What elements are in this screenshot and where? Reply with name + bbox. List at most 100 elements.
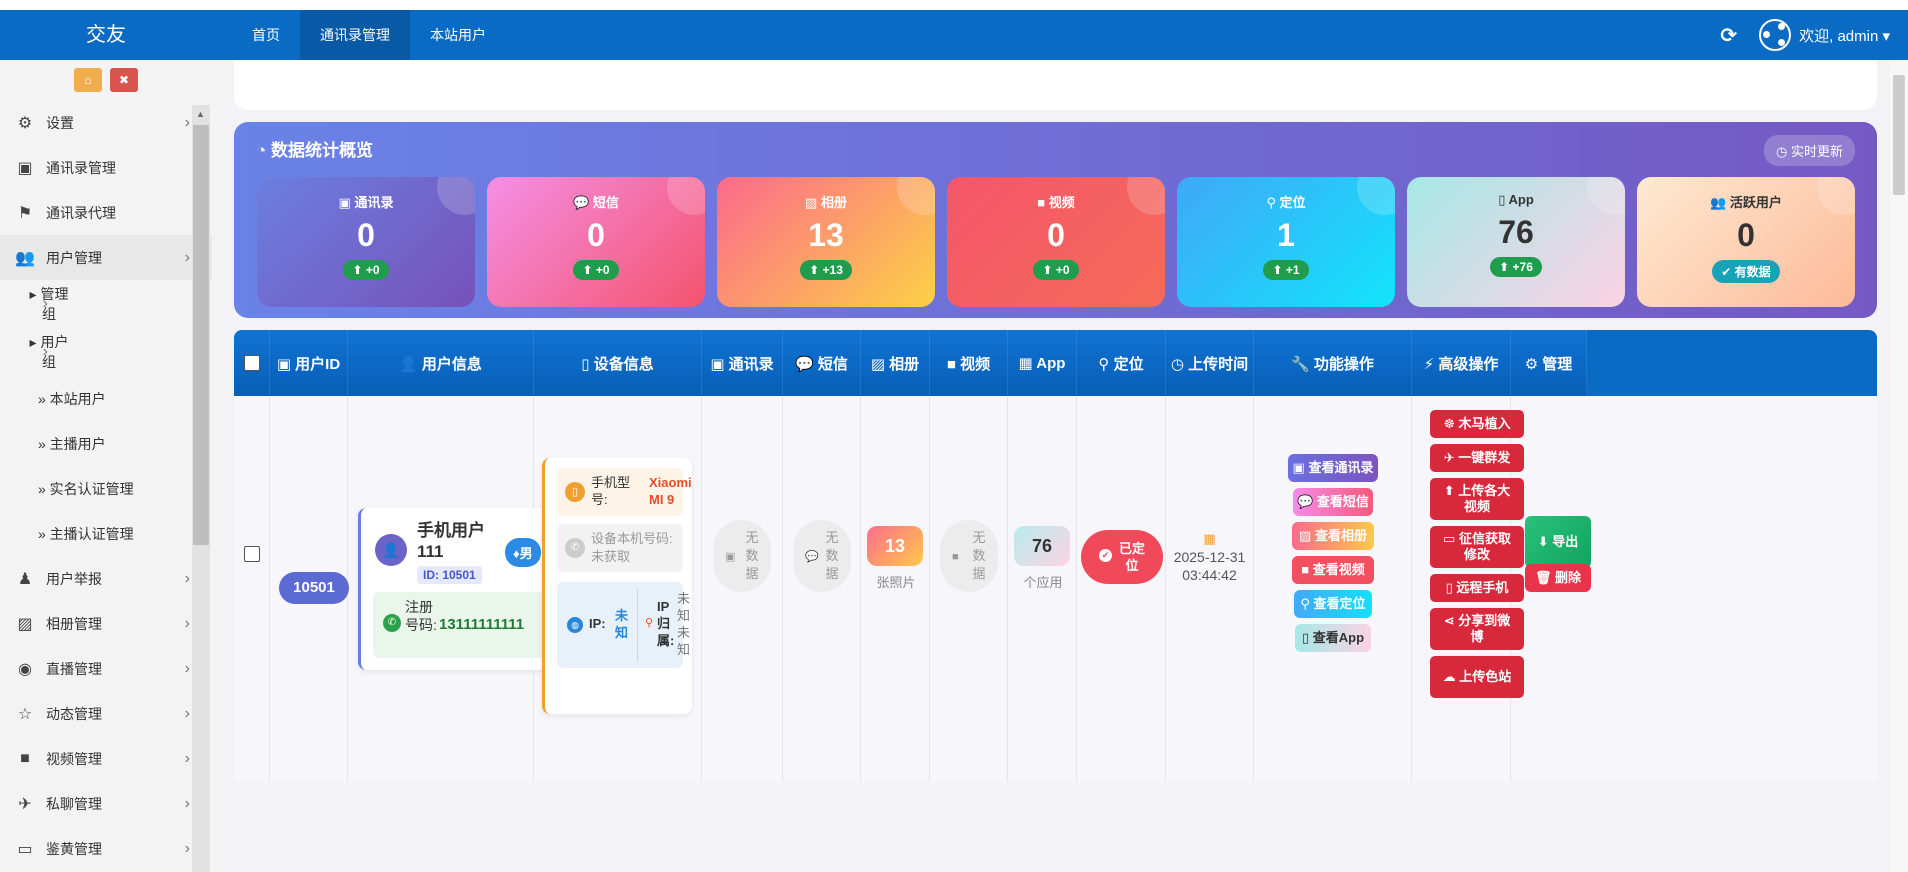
location-badge: ✔ 已定位 xyxy=(1081,530,1163,584)
stat-card-2: ▨ 相册 13 ⬆ +13 xyxy=(717,177,935,307)
column-header-7[interactable]: ▦ App xyxy=(1008,330,1077,396)
sidebar-item-3[interactable]: 👥 用户管理 › xyxy=(0,235,212,280)
refresh-icon[interactable]: ⟳ xyxy=(1720,23,1737,48)
upload-date: 2025-12-31 xyxy=(1173,549,1246,565)
stat-change: ✔ 有数据 xyxy=(1712,260,1780,283)
stat-change: ⬆ +13 xyxy=(800,260,852,280)
table-row: 10501 👤 手机用户111 ID: 10501 ♦男 ✆ 注册号码: 131… xyxy=(234,396,1877,782)
table-header: ▣ 用户ID 👤 用户信息 ▯ 设备信息 ▣ 通讯录 💬 短信 ▨ 相册 ■ 视频 ▦ App… xyxy=(234,330,1877,396)
sidebar-item-11[interactable]: ▨ 相册管理 › xyxy=(0,601,212,646)
function-button-3[interactable]: ■ 查看视频 xyxy=(1292,556,1374,584)
stat-card-1: 💬 短信 0 ⬆ +0 xyxy=(487,177,705,307)
sidebar-menu: ⚙ 设置 › ▣ 通讯录管理 ⚑ 通讯录代理 👥 用户管理 › ▸ 管理组 › ▸ 用户组 ›» 本站用户… xyxy=(0,100,212,871)
sidebar-item-14[interactable]: ■ 视频管理 › xyxy=(0,736,212,781)
advanced-button-4[interactable]: ▯ 远程手机 xyxy=(1430,574,1524,602)
page-scrollbar[interactable] xyxy=(1890,60,1908,872)
column-header-5[interactable]: ▨ 相册 xyxy=(861,330,930,396)
sidebar-item-7[interactable]: » 主播用户 xyxy=(0,421,212,466)
sidebar-item-5[interactable]: ▸ 用户组 › xyxy=(0,328,70,376)
region-label: IP归属: xyxy=(657,599,675,648)
trash-icon[interactable]: ✖ xyxy=(110,68,138,92)
column-header-1[interactable]: 👤 用户信息 xyxy=(348,330,534,396)
home-icon[interactable]: ⌂ xyxy=(74,68,102,92)
stat-value: 13 xyxy=(808,217,844,253)
stat-value: 0 xyxy=(1737,217,1755,253)
chevron-right-icon: › xyxy=(184,614,190,632)
sidebar-item-13[interactable]: ☆ 动态管理 › xyxy=(0,691,212,736)
app-logo[interactable]: 交友 xyxy=(0,10,212,60)
advanced-button-1[interactable]: ✈ 一键群发 xyxy=(1430,444,1524,472)
stat-value: 0 xyxy=(587,217,605,253)
sidebar-item-12[interactable]: ◉ 直播管理 › xyxy=(0,646,212,691)
advanced-button-5[interactable]: ⋖ 分享到微博 xyxy=(1430,608,1524,650)
column-header-3[interactable]: ▣ 通讯录 xyxy=(702,330,783,396)
nav-home[interactable]: 首页 xyxy=(232,10,300,60)
contacts-nodata: ▣ 无数据 xyxy=(713,520,771,592)
video-nodata: ■ 无数据 xyxy=(940,520,998,592)
delete-button[interactable]: 🗑 删除 xyxy=(1525,564,1591,592)
app-count[interactable]: 76 xyxy=(1014,526,1070,566)
welcome-text: 欢迎, admin ▾ xyxy=(1799,27,1890,45)
select-all-checkbox[interactable] xyxy=(243,355,260,371)
stat-change: ⬆ +76 xyxy=(1490,257,1542,277)
sidebar-item-15[interactable]: ✈ 私聊管理 › xyxy=(0,781,212,826)
column-header-10[interactable]: 🔧 功能操作 xyxy=(1254,330,1412,396)
sidebar-item-16[interactable]: ▭ 鉴黄管理 › xyxy=(0,826,212,871)
column-header-8[interactable]: ⚲ 定位 xyxy=(1077,330,1166,396)
stat-change: ⬆ +0 xyxy=(1033,260,1079,280)
stat-value: 0 xyxy=(1047,217,1065,253)
cell-functions: ▣ 查看通讯录 💬 查看短信 ▨ 查看相册 ■ 查看视频 ⚲ 查看定位 ▯ 查看App xyxy=(1254,396,1412,782)
sidebar-item-1[interactable]: ▣ 通讯录管理 xyxy=(0,145,212,190)
column-header-4[interactable]: 💬 短信 xyxy=(783,330,861,396)
location-text: 已定位 xyxy=(1118,541,1145,573)
live-update-button[interactable]: ◷ 实时更新 xyxy=(1764,135,1855,166)
sidebar-quick-actions: ⌂ ✖ xyxy=(0,60,212,100)
sidebar-item-4[interactable]: ▸ 管理组 › xyxy=(0,280,70,328)
export-button[interactable]: ⬇ 导出 xyxy=(1525,516,1591,568)
column-header-9[interactable]: ◷ 上传时间 xyxy=(1166,330,1254,396)
function-button-5[interactable]: ▯ 查看App xyxy=(1295,624,1371,652)
function-button-1[interactable]: 💬 查看短信 xyxy=(1293,488,1373,516)
sidebar-item-icon: ⚙ xyxy=(17,114,33,132)
upload-clock: 03:44:42 xyxy=(1182,567,1237,583)
nodata-text: 无数据 xyxy=(745,530,759,581)
sidebar-item-0[interactable]: ⚙ 设置 › xyxy=(0,100,212,145)
column-header-2[interactable]: ▯ 设备信息 xyxy=(534,330,702,396)
sidebar-item-label: 视频管理 xyxy=(46,750,102,767)
function-button-4[interactable]: ⚲ 查看定位 xyxy=(1294,590,1372,618)
column-header-6[interactable]: ■ 视频 xyxy=(930,330,1008,396)
advanced-button-0[interactable]: ☸ 木马植入 xyxy=(1430,410,1524,438)
column-header-0[interactable]: ▣ 用户ID xyxy=(270,330,348,396)
column-header-11[interactable]: ⚡ 高级操作 xyxy=(1412,330,1511,396)
stat-cards: ▣ 通讯录 0 ⬆ +0 💬 短信 0 ⬆ +0 ▨ 相册 13 ⬆ +13 ■ 视频 0 ⬆ +0 ⚲… xyxy=(257,177,1855,307)
advanced-button-6[interactable]: ☁ 上传色站 xyxy=(1430,656,1524,698)
sidebar-item-icon: ▭ xyxy=(17,840,33,858)
sidebar-item-label: » 主播认证管理 xyxy=(38,525,134,542)
row-checkbox[interactable] xyxy=(244,546,260,562)
user-menu[interactable]: 欢迎, admin ▾ xyxy=(1759,19,1890,51)
sidebar-item-label: » 实名认证管理 xyxy=(38,480,134,497)
nav-site-users[interactable]: 本站用户 xyxy=(410,10,506,60)
chevron-right-icon: › xyxy=(184,749,190,767)
sidebar-item-2[interactable]: ⚑ 通讯录代理 xyxy=(0,190,212,235)
function-button-2[interactable]: ▨ 查看相册 xyxy=(1292,522,1374,550)
main-content: ◔ 数据统计概览 ◷ 实时更新 ▣ 通讯录 0 ⬆ +0 💬 短信 0 ⬆ +0 ▨ 相册 1… xyxy=(212,60,1908,872)
sidebar-item-6[interactable]: » 本站用户 xyxy=(0,376,212,421)
cell-user-id: 10501 xyxy=(270,396,349,782)
function-button-0[interactable]: ▣ 查看通讯录 xyxy=(1288,454,1378,482)
sidebar-item-9[interactable]: » 主播认证管理 xyxy=(0,511,212,556)
advanced-button-2[interactable]: ⬆ 上传各大视频 xyxy=(1430,478,1524,520)
chevron-right-icon: › xyxy=(184,248,190,266)
cell-location: ✔ 已定位 xyxy=(1077,396,1166,782)
sidebar-item-10[interactable]: ♟ 用户举报 › xyxy=(0,556,212,601)
sidebar-item-8[interactable]: » 实名认证管理 xyxy=(0,466,212,511)
sidebar-scrollbar[interactable]: ▲ xyxy=(192,105,210,872)
nav-contacts[interactable]: 通讯录管理 xyxy=(300,10,410,60)
advanced-button-3[interactable]: ▭ 征信获取修改 xyxy=(1430,526,1524,568)
ip-label: IP: xyxy=(589,616,606,631)
top-nav: 首页 通讯录管理 本站用户 xyxy=(232,10,506,60)
sidebar-item-label: 直播管理 xyxy=(46,660,102,677)
album-count[interactable]: 13 xyxy=(867,526,923,566)
column-header-12[interactable]: ⚙ 管理 xyxy=(1511,330,1587,396)
chevron-right-icon: › xyxy=(42,295,48,312)
